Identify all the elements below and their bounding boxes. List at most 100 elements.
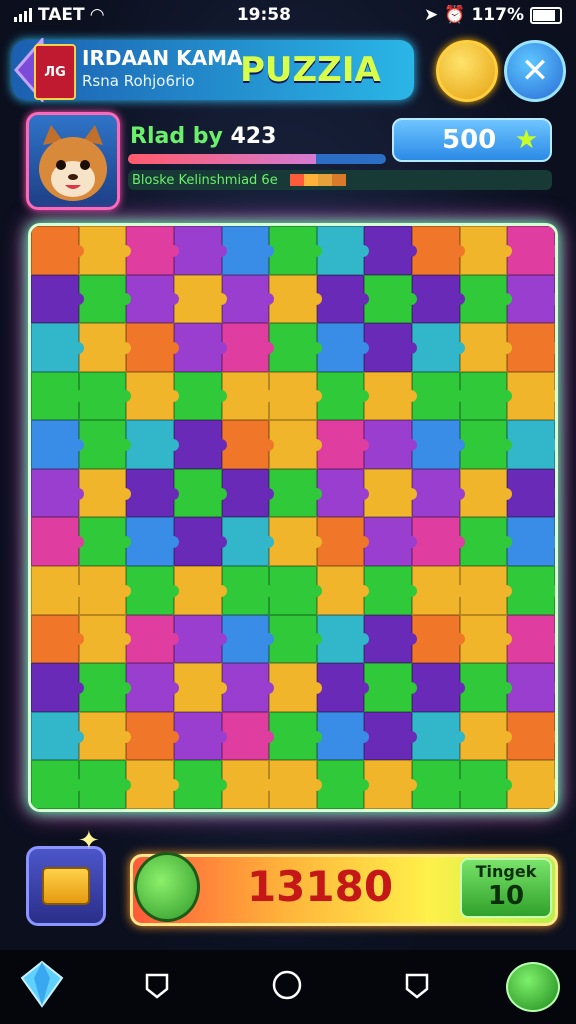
puzzle-piece[interactable] [364, 468, 417, 518]
puzzle-piece[interactable] [31, 566, 84, 615]
puzzle-piece[interactable] [221, 420, 274, 469]
puzzle-piece[interactable] [173, 760, 227, 809]
puzzle-piece[interactable] [507, 371, 555, 421]
puzzle-piece[interactable] [78, 711, 131, 761]
puzzle-piece[interactable] [412, 226, 465, 275]
puzzle-piece[interactable] [412, 323, 465, 372]
gem-icon[interactable] [18, 960, 66, 1008]
puzzle-piece[interactable] [31, 468, 84, 518]
puzzle-piece[interactable] [173, 420, 227, 469]
puzzle-piece[interactable] [173, 274, 227, 324]
puzzle-piece[interactable] [31, 517, 84, 567]
puzzle-piece[interactable] [269, 566, 322, 615]
puzzle-piece[interactable] [269, 517, 322, 567]
puzzle-piece[interactable] [412, 517, 465, 567]
puzzle-piece[interactable] [316, 760, 370, 809]
puzzle-piece[interactable] [412, 274, 465, 324]
puzzle-piece[interactable] [31, 663, 84, 712]
puzzle-piece[interactable] [31, 420, 84, 469]
puzzle-piece[interactable] [507, 468, 555, 518]
puzzle-piece[interactable] [31, 323, 84, 372]
puzzle-piece[interactable] [507, 663, 555, 712]
puzzle-piece[interactable] [364, 226, 417, 275]
puzzle-piece[interactable] [173, 566, 227, 615]
puzzle-piece[interactable] [459, 226, 512, 275]
puzzle-piece[interactable] [221, 371, 274, 421]
puzzle-piece[interactable] [364, 760, 417, 809]
puzzle-piece[interactable] [316, 663, 370, 712]
puzzle-piece[interactable] [364, 663, 417, 712]
puzzle-piece[interactable] [126, 371, 179, 421]
puzzle-piece[interactable] [459, 566, 512, 615]
puzzle-piece[interactable] [173, 468, 227, 518]
puzzle-piece[interactable] [316, 566, 370, 615]
puzzle-piece[interactable] [173, 663, 227, 712]
puzzle-piece[interactable] [364, 420, 417, 469]
puzzle-piece[interactable] [269, 711, 322, 761]
puzzle-piece[interactable] [78, 420, 131, 469]
treasure-chest-button[interactable] [26, 846, 106, 926]
puzzle-piece[interactable] [269, 371, 322, 421]
puzzle-piece[interactable] [364, 371, 417, 421]
puzzle-piece[interactable] [316, 517, 370, 567]
puzzle-piece[interactable] [126, 468, 179, 518]
puzzle-piece[interactable] [78, 517, 131, 567]
puzzle-piece[interactable] [173, 711, 227, 761]
puzzle-piece[interactable] [269, 663, 322, 712]
puzzle-piece[interactable] [31, 274, 84, 324]
puzzle-piece[interactable] [412, 420, 465, 469]
puzzle-piece[interactable] [221, 468, 274, 518]
puzzle-piece[interactable] [316, 614, 370, 664]
puzzle-piece[interactable] [412, 371, 465, 421]
puzzle-piece[interactable] [78, 760, 131, 809]
puzzle-piece[interactable] [459, 517, 512, 567]
coin-shop-button[interactable] [436, 40, 498, 102]
puzzle-piece[interactable] [78, 323, 131, 372]
puzzle-piece[interactable] [221, 274, 274, 324]
puzzle-piece[interactable] [507, 711, 555, 761]
puzzle-piece[interactable] [78, 566, 131, 615]
puzzle-piece[interactable] [78, 614, 131, 664]
puzzle-piece[interactable] [173, 614, 227, 664]
puzzle-piece[interactable] [412, 663, 465, 712]
puzzle-piece[interactable] [316, 274, 370, 324]
puzzle-piece[interactable] [221, 517, 274, 567]
puzzle-piece[interactable] [173, 323, 227, 372]
puzzle-piece[interactable] [126, 323, 179, 372]
puzzle-piece[interactable] [316, 711, 370, 761]
puzzle-piece[interactable] [78, 468, 131, 518]
puzzle-piece[interactable] [316, 226, 370, 275]
puzzle-piece[interactable] [507, 274, 555, 324]
puzzle-piece[interactable] [507, 566, 555, 615]
puzzle-piece[interactable] [221, 566, 274, 615]
puzzle-piece[interactable] [31, 371, 84, 421]
puzzle-piece[interactable] [126, 517, 179, 567]
puzzle-piece[interactable] [459, 663, 512, 712]
puzzle-piece[interactable] [412, 711, 465, 761]
puzzle-piece[interactable] [459, 420, 512, 469]
puzzle-piece[interactable] [459, 614, 512, 664]
player-avatar[interactable] [26, 112, 120, 210]
close-button[interactable]: ✕ [504, 40, 566, 102]
bomb-icon[interactable] [134, 852, 200, 922]
puzzle-piece[interactable] [31, 760, 84, 809]
green-action-button[interactable] [506, 962, 560, 1012]
puzzle-piece[interactable] [507, 760, 555, 809]
recents-nav-icon[interactable] [400, 968, 434, 1002]
puzzle-piece[interactable] [31, 614, 84, 664]
puzzle-piece[interactable] [221, 226, 274, 275]
puzzle-piece[interactable] [31, 226, 84, 275]
puzzle-piece[interactable] [269, 468, 322, 518]
puzzle-piece[interactable] [221, 323, 274, 372]
puzzle-piece[interactable] [459, 274, 512, 324]
puzzle-piece[interactable] [364, 711, 417, 761]
puzzle-piece[interactable] [126, 614, 179, 664]
puzzle-piece[interactable] [316, 420, 370, 469]
puzzle-piece[interactable] [126, 760, 179, 809]
puzzle-piece[interactable] [412, 468, 465, 518]
puzzle-piece[interactable] [507, 517, 555, 567]
puzzle-piece[interactable] [269, 614, 322, 664]
puzzle-piece[interactable] [126, 566, 179, 615]
puzzle-piece[interactable] [507, 420, 555, 469]
puzzle-piece[interactable] [459, 323, 512, 372]
